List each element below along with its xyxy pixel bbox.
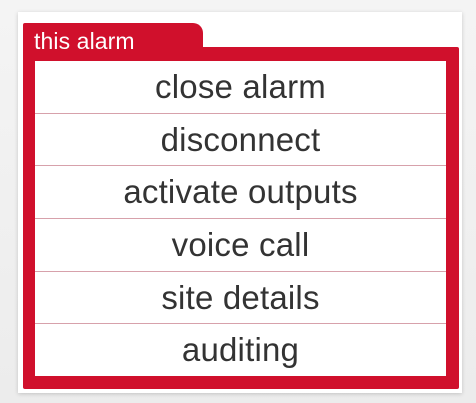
- alarm-menu-panel: close alarm disconnect activate outputs …: [23, 47, 459, 389]
- close-alarm-menu-item[interactable]: close alarm: [35, 61, 446, 114]
- alarm-action-menu: close alarm disconnect activate outputs …: [35, 61, 446, 376]
- alarm-menu-title-tab: this alarm: [23, 23, 203, 59]
- site-details-menu-item[interactable]: site details: [35, 272, 446, 325]
- auditing-menu-item[interactable]: auditing: [35, 324, 446, 376]
- activate-outputs-menu-item[interactable]: activate outputs: [35, 166, 446, 220]
- disconnect-menu-item[interactable]: disconnect: [35, 114, 446, 167]
- screen-background: close alarm disconnect activate outputs …: [0, 0, 476, 403]
- voice-call-menu-item[interactable]: voice call: [35, 219, 446, 272]
